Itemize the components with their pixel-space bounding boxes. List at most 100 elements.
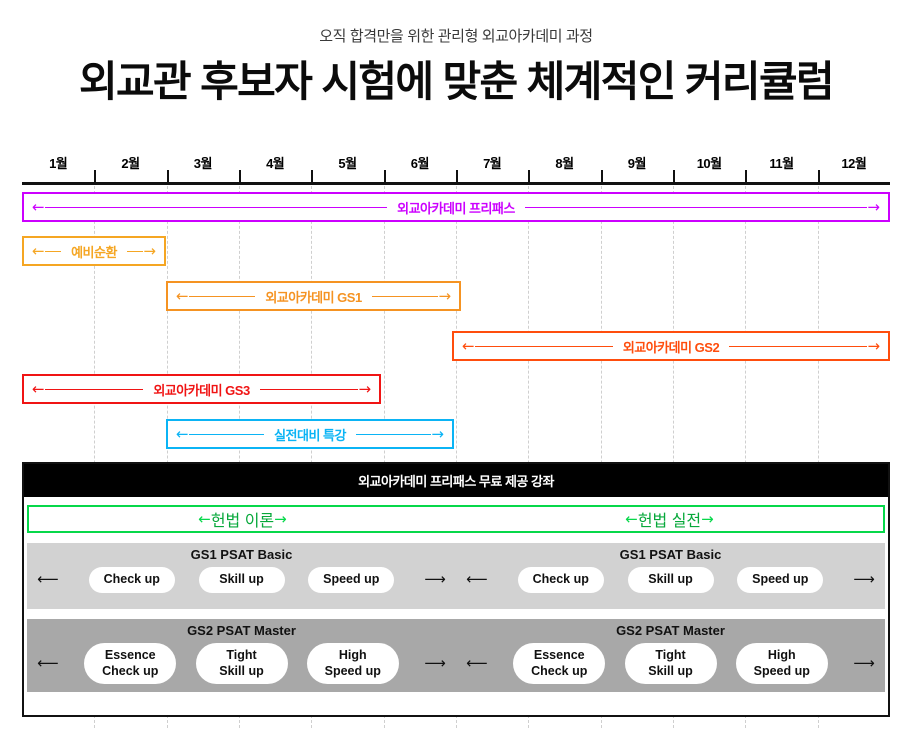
constitution-practice-label: 헌법 실전 [637, 513, 702, 530]
axis-month-label-10: 10월 [696, 156, 722, 171]
axis-month-label-8: 8월 [555, 156, 574, 171]
curriculum-timeline-chart: 1월 2월 3월 4월 5월 6월 7월 8월 9월 10월 11월 12월 ← 외교아카데미 프리패스… [0, 0, 912, 755]
timeline-bar-special: ← 실전대비 특강 → [166, 419, 454, 449]
timeline-bar-label-special: 실전대비 특강 [274, 427, 346, 443]
psat-heading-left: GS2 PSAT Master [187, 623, 296, 638]
psat-half-left-gs2-psat-master: GS2 PSAT Master ⟵ Essence Check up Tight Skil… [27, 619, 456, 692]
free-courses-panel-title: 외교아카데미 프리패스 무료 제공 강좌 [24, 464, 888, 497]
arrow-right-icon: → [274, 509, 287, 528]
timeline-bar-label-gs1: 외교아카데미 GS1 [265, 289, 362, 305]
arrow-right-icon: → [438, 286, 452, 305]
psat-band-gs2-psat-master: GS2 PSAT Master ⟵ Essence Check up Tight Skil… [27, 619, 885, 692]
arrow-right-icon: → [701, 509, 714, 528]
axis-tick-4 [311, 170, 314, 183]
arrow-right-icon: ⟶ [424, 654, 446, 673]
bar-rule-left [188, 433, 265, 435]
axis-month-label-6: 6월 [410, 156, 430, 171]
psat-heading-right: GS2 PSAT Master [616, 623, 725, 638]
arrow-left-icon: ← [198, 509, 211, 528]
arrow-left-icon: ← [462, 336, 475, 355]
axis-month-label-3: 3월 [193, 156, 213, 171]
arrow-right-icon: → [143, 241, 156, 260]
bar-rule-right [729, 345, 868, 347]
timeline-bar-gs2: ← 외교아카데미 GS2 → [452, 331, 890, 361]
free-courses-panel: 외교아카데미 프리패스 무료 제공 강좌 ← 헌법 이론 → ← 헌법 실전 →… [22, 462, 890, 717]
arrow-left-icon: ← [176, 286, 189, 305]
axis-month-label-9: 9월 [627, 156, 647, 171]
psat-course-bands: GS1 PSAT Basic ⟵ Check up Skill up Speed up ⟶… [24, 543, 888, 692]
bar-rule-left [44, 388, 144, 390]
arrow-left-icon: ← [625, 509, 638, 528]
bar-rule-right [355, 433, 432, 435]
psat-pill[interactable]: Essence Check up [513, 643, 606, 685]
timeline-bar-prepass: ← 외교아카데미 프리패스 → [22, 192, 890, 222]
psat-heading-left: GS1 PSAT Basic [190, 547, 293, 562]
arrow-left-icon: ⟵ [466, 570, 488, 589]
psat-half-right-gs2-psat-master: GS2 PSAT Master ⟵ Essence Check up Tight Skil… [456, 619, 885, 692]
timeline-bar-gs1: ← 외교아카데미 GS1 → [166, 281, 461, 311]
timeline-bar-gs3: ← 외교아카데미 GS3 → [22, 374, 381, 404]
arrow-left-icon: ⟵ [37, 570, 59, 589]
timeline-bar-label-preliminary: 예비순환 [71, 244, 117, 260]
arrow-left-icon: ← [176, 424, 189, 443]
bar-rule-right [259, 388, 359, 390]
arrow-right-icon: → [867, 197, 880, 216]
psat-band-gs1-psat-basic: GS1 PSAT Basic ⟵ Check up Skill up Speed up ⟶… [27, 543, 885, 609]
axis-month-label-5: 5월 [338, 156, 357, 171]
constitution-practice-segment: ← 헌법 실전 → [456, 507, 883, 531]
axis-month-label-1: 1월 [49, 156, 68, 171]
psat-pill[interactable]: High Speed up [306, 643, 399, 685]
psat-pill[interactable]: Skill up [198, 567, 285, 593]
psat-pill[interactable]: Speed up [737, 567, 824, 593]
timeline-bar-label-gs2: 외교아카데미 GS2 [622, 339, 720, 355]
arrow-left-icon: ← [32, 241, 45, 260]
bar-rule-left [44, 206, 388, 208]
psat-heading-right: GS1 PSAT Basic [619, 547, 722, 562]
timeline-bar-preliminary: ← 예비순환 → [22, 236, 166, 266]
psat-half-left-gs1-psat-basic: GS1 PSAT Basic ⟵ Check up Skill up Speed up ⟶ [27, 543, 456, 609]
timeline-bar-label-prepass: 외교아카데미 프리패스 [397, 200, 515, 216]
bar-rule-right [371, 295, 439, 297]
arrow-left-icon: ⟵ [37, 654, 59, 673]
axis-tick-10 [745, 170, 748, 183]
psat-pill[interactable]: Tight Skill up [624, 643, 717, 685]
psat-pill[interactable]: Essence Check up [84, 643, 177, 685]
axis-tick-5 [383, 170, 386, 183]
arrow-left-icon: ← [32, 379, 45, 398]
axis-tick-11 [817, 170, 820, 183]
axis-month-label-2: 2월 [121, 156, 140, 171]
psat-pill[interactable]: High Speed up [735, 643, 828, 685]
bar-rule-right [126, 250, 144, 252]
axis-month-label-4: 4월 [266, 156, 285, 171]
axis-month-label-11: 11월 [769, 156, 794, 171]
axis-month-label-7: 7월 [483, 156, 502, 171]
timeline-bar-label-gs3: 외교아카데미 GS3 [153, 382, 250, 398]
bar-rule-left [44, 250, 62, 252]
axis-tick-9 [673, 170, 675, 183]
axis-tick-1 [94, 170, 97, 183]
arrow-right-icon: ⟶ [853, 570, 875, 589]
arrow-right-icon: → [867, 336, 881, 355]
axis-tick-6 [456, 170, 458, 183]
arrow-right-icon: ⟶ [853, 654, 875, 673]
constitution-course-bar: ← 헌법 이론 → ← 헌법 실전 → [27, 505, 885, 533]
axis-tick-2 [166, 170, 169, 183]
psat-half-right-gs1-psat-basic: GS1 PSAT Basic ⟵ Check up Skill up Speed up ⟶ [456, 543, 885, 609]
psat-pill[interactable]: Tight Skill up [195, 643, 288, 685]
bar-rule-left [188, 295, 256, 297]
axis-month-label-12: 12월 [841, 156, 867, 171]
arrow-left-icon: ⟵ [466, 654, 488, 673]
axis-tick-3 [239, 170, 241, 183]
axis-tick-8 [600, 170, 603, 183]
psat-pill[interactable]: Check up [517, 567, 604, 593]
arrow-right-icon: → [431, 424, 444, 443]
constitution-theory-label: 헌법 이론 [210, 513, 275, 530]
arrow-right-icon: ⟶ [424, 570, 446, 589]
bar-rule-left [474, 345, 613, 347]
psat-pill[interactable]: Check up [88, 567, 175, 593]
axis-tick-7 [528, 170, 531, 183]
psat-pill[interactable]: Skill up [627, 567, 714, 593]
arrow-left-icon: ← [32, 197, 45, 216]
psat-pill[interactable]: Speed up [308, 567, 395, 593]
bar-rule-right [524, 206, 868, 208]
